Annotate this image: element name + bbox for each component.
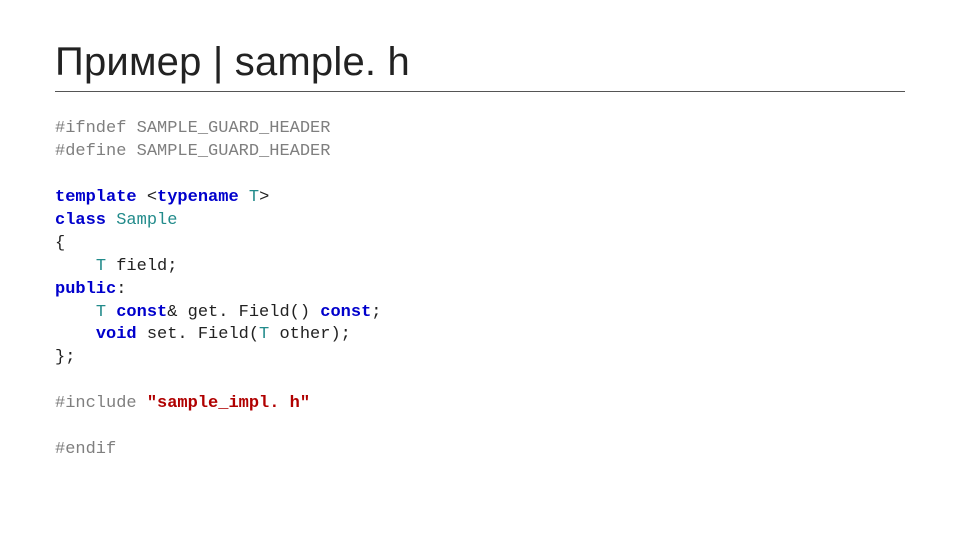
type-token: T — [96, 303, 106, 322]
ident-token: set. Field( — [137, 325, 259, 344]
keyword-token: typename — [157, 188, 239, 207]
type-token: T — [259, 325, 269, 344]
string-token: "sample_impl. h" — [147, 394, 310, 413]
title-rule — [55, 91, 905, 92]
code-line: public: — [55, 280, 126, 299]
code-line: #endif — [55, 440, 116, 459]
preproc-token: #include — [55, 394, 137, 413]
macro-name: SAMPLE_GUARD_HEADER — [126, 142, 330, 161]
slide: Пример | sample. h #ifndef SAMPLE_GUARD_… — [0, 0, 960, 540]
code-line: }; — [55, 348, 75, 367]
keyword-token: void — [96, 325, 137, 344]
punct-token: : — [116, 280, 126, 299]
keyword-token: template — [55, 188, 137, 207]
punct-token: > — [259, 188, 269, 207]
keyword-token: public — [55, 280, 116, 299]
code-line: template <typename T> — [55, 188, 269, 207]
code-line: { — [55, 234, 65, 253]
keyword-token: const — [116, 303, 167, 322]
ident-token: other); — [269, 325, 351, 344]
ident-token: field; — [106, 257, 177, 276]
preproc-token: #define — [55, 142, 126, 161]
classname-token: Sample — [116, 211, 177, 230]
code-block: #ifndef SAMPLE_GUARD_HEADER #define SAMP… — [55, 118, 905, 462]
type-token: T — [96, 257, 106, 276]
code-line: #ifndef SAMPLE_GUARD_HEADER — [55, 119, 330, 138]
code-line: class Sample — [55, 211, 177, 230]
keyword-token: class — [55, 211, 106, 230]
code-line: #include "sample_impl. h" — [55, 394, 310, 413]
code-line: T const& get. Field() const; — [55, 303, 381, 322]
punct-token: ; — [371, 303, 381, 322]
code-line: T field; — [55, 257, 177, 276]
code-line: #define SAMPLE_GUARD_HEADER — [55, 142, 330, 161]
code-line: void set. Field(T other); — [55, 325, 351, 344]
keyword-token: const — [320, 303, 371, 322]
punct-token: < — [137, 188, 157, 207]
macro-name: SAMPLE_GUARD_HEADER — [126, 119, 330, 138]
ident-token: & get. Field() — [167, 303, 320, 322]
slide-title: Пример | sample. h — [55, 40, 905, 85]
type-token: T — [249, 188, 259, 207]
preproc-token: #ifndef — [55, 119, 126, 138]
